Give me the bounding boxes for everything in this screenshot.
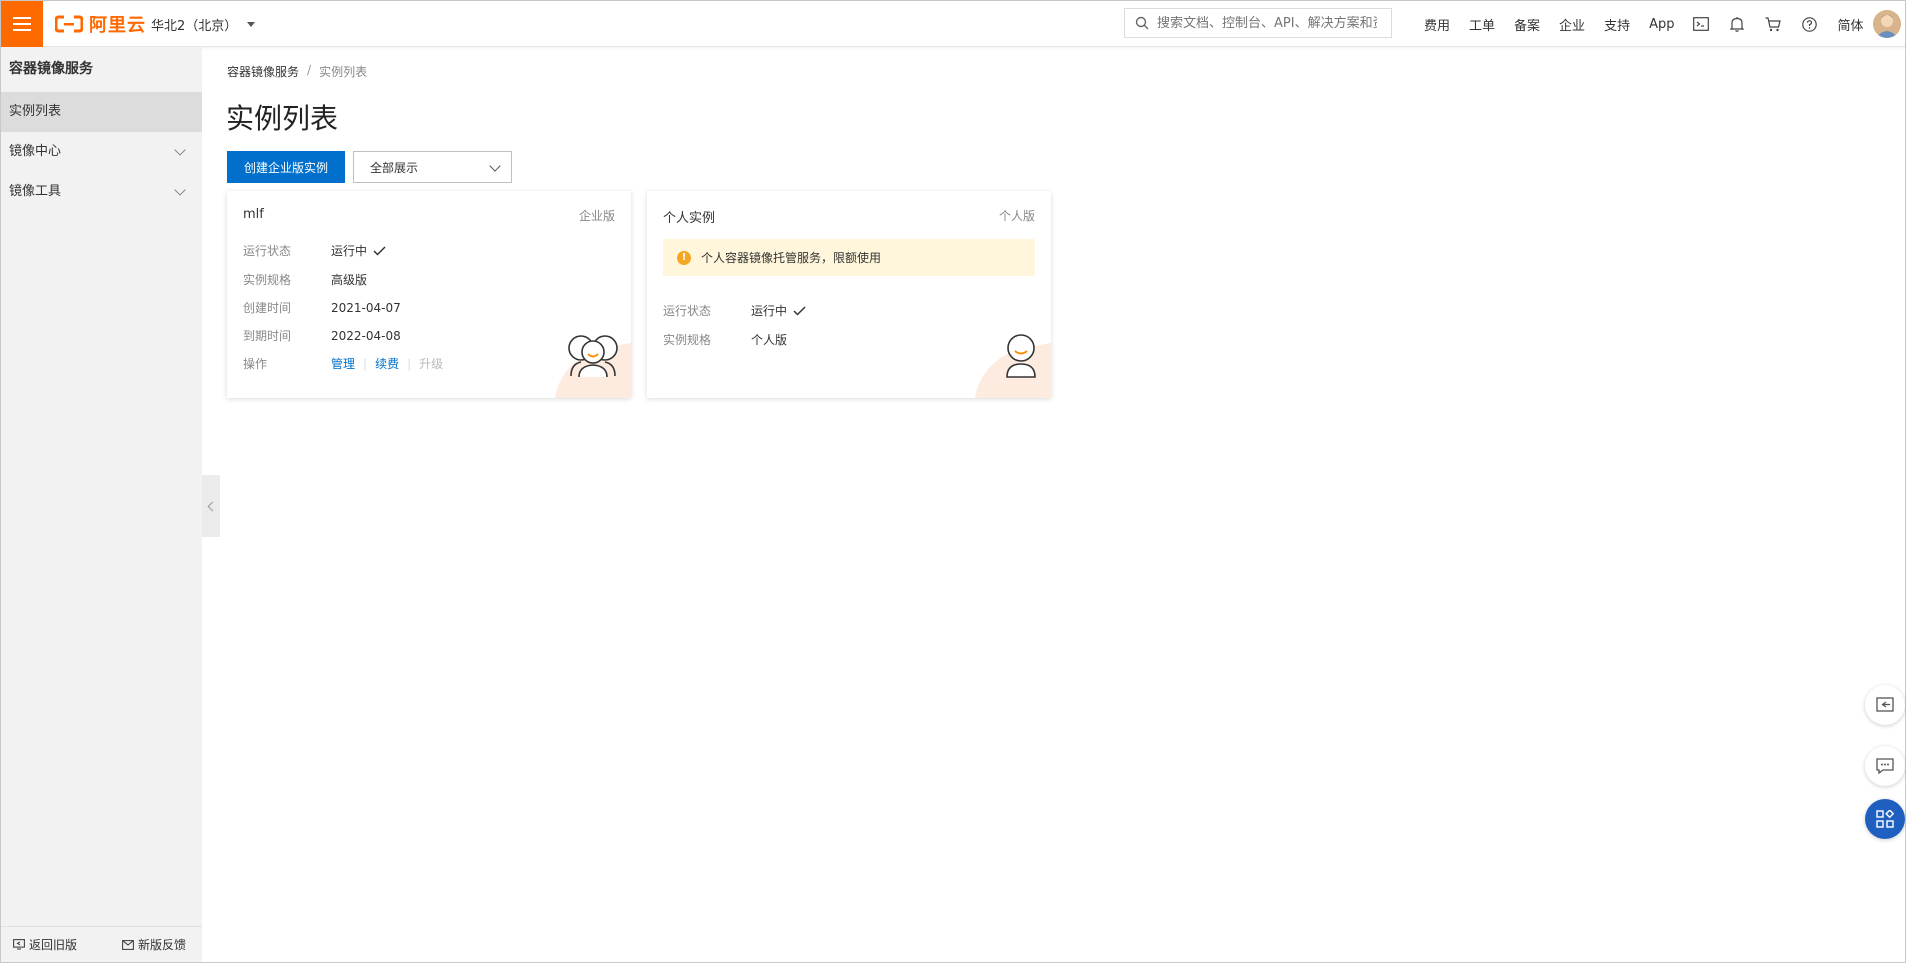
operations-key: 操作 [243, 357, 268, 371]
logo-bracket-icon [55, 15, 83, 33]
chevron-down-icon [174, 184, 186, 196]
nav-enterprise[interactable]: 企业 [1559, 15, 1585, 34]
instance-name: mlf [243, 207, 264, 222]
team-avatar-illustration-icon [568, 335, 618, 378]
monitor-back-icon [13, 939, 25, 950]
spec-row: 实例规格 个人版 [663, 331, 787, 348]
chat-button[interactable] [1865, 746, 1905, 786]
global-search[interactable] [1124, 8, 1392, 38]
sidebar-item-label: 实例列表 [9, 104, 62, 119]
spec-value: 高级版 [331, 273, 368, 287]
instance-tier: 个人版 [998, 209, 1035, 223]
nav-tickets[interactable]: 工单 [1469, 15, 1495, 34]
renew-link[interactable]: 续费 [375, 355, 399, 372]
notice-text: 个人容器镜像托管服务，限额使用 [701, 251, 882, 265]
cart-icon[interactable] [1765, 16, 1782, 32]
spec-key: 实例规格 [243, 273, 292, 287]
nav-support[interactable]: 支持 [1604, 15, 1630, 34]
nav-app[interactable]: App [1649, 17, 1674, 32]
search-icon [1135, 16, 1149, 30]
status-row: 运行状态 运行中 [243, 242, 386, 259]
spec-key: 实例规格 [663, 333, 712, 347]
filter-select[interactable]: 全部展示 [353, 151, 512, 183]
mail-icon [122, 939, 134, 950]
sidebar-item-image-center[interactable]: 镜像中心 [1, 132, 202, 172]
sidebar-item-label: 镜像工具 [9, 184, 62, 199]
nav-icp[interactable]: 备案 [1514, 15, 1540, 34]
instance-name: 个人实例 [663, 211, 716, 226]
feedback-button[interactable]: 新版反馈 [122, 936, 186, 953]
breadcrumb-current: 实例列表 [319, 65, 368, 79]
bell-icon[interactable] [1729, 16, 1745, 32]
check-icon [793, 305, 806, 316]
region-label: 华北2（北京） [151, 19, 238, 34]
divider: | [363, 356, 368, 371]
sidebar-footer: 返回旧版 新版反馈 [1, 926, 202, 962]
spec-row: 实例规格 高级版 [243, 271, 367, 288]
check-icon [373, 245, 386, 256]
created-row: 创建时间 2021-04-07 [243, 299, 401, 316]
divider: | [407, 356, 412, 371]
breadcrumb-root[interactable]: 容器镜像服务 [227, 63, 299, 80]
upgrade-link: 升级 [419, 357, 444, 371]
instance-tier: 企业版 [578, 209, 615, 223]
exit-panel-icon [1876, 697, 1894, 712]
user-avatar[interactable] [1873, 10, 1901, 38]
back-label: 返回旧版 [29, 938, 78, 952]
create-enterprise-instance-button[interactable]: 创建企业版实例 [227, 151, 345, 183]
top-navigation-bar: 阿里云 华北2（北京） 费用 工单 备案 企业 支持 App 简体 [1, 1, 1905, 47]
quota-notice: ! 个人容器镜像托管服务，限额使用 [663, 239, 1035, 276]
breadcrumb-separator: / [307, 63, 312, 77]
search-input[interactable] [1157, 15, 1377, 31]
caret-down-icon [247, 22, 256, 27]
warning-icon: ! [677, 250, 691, 265]
instance-card-enterprise: mlf 企业版 运行状态 运行中 实例规格 高级版 创建时间 2021-04-0… [227, 191, 631, 398]
feedback-label: 新版反馈 [137, 938, 186, 952]
status-value: 运行中 [751, 304, 788, 318]
created-value: 2021-04-07 [331, 300, 401, 315]
chevron-down-icon [489, 160, 501, 172]
sidebar-item-instance-list[interactable]: 实例列表 [1, 92, 202, 132]
apps-grid-icon [1876, 810, 1894, 828]
back-to-old-version-button[interactable]: 返回旧版 [13, 936, 77, 953]
status-key: 运行状态 [243, 244, 292, 258]
expire-row: 到期时间 2022-04-08 [243, 327, 401, 344]
person-avatar-illustration-icon [1006, 334, 1036, 378]
status-value: 运行中 [331, 244, 368, 258]
breadcrumb: 容器镜像服务 / 实例列表 [227, 63, 367, 80]
hamburger-menu-icon[interactable] [1, 1, 43, 47]
instance-card-personal: 个人实例 个人版 ! 个人容器镜像托管服务，限额使用 运行状态 运行中 实例规格… [647, 191, 1051, 398]
status-row: 运行状态 运行中 [663, 302, 806, 319]
filter-select-value: 全部展示 [370, 160, 419, 175]
chevron-left-icon [207, 501, 218, 511]
logo-text: 阿里云 [89, 15, 146, 36]
status-key: 运行状态 [663, 304, 712, 318]
nav-billing[interactable]: 费用 [1424, 15, 1450, 34]
top-nav: 费用 工单 备案 企业 支持 App 简体 [1424, 1, 1883, 47]
help-icon[interactable] [1801, 16, 1817, 32]
operations-row: 操作 管理 | 续费 | 升级 [243, 355, 443, 372]
sidebar: 容器镜像服务 实例列表 镜像中心 镜像工具 返回旧版 新版反馈 [1, 47, 202, 962]
aliyun-logo[interactable]: 阿里云 [55, 12, 146, 36]
terminal-icon[interactable] [1693, 16, 1710, 32]
expire-key: 到期时间 [243, 329, 292, 343]
manage-link[interactable]: 管理 [331, 355, 355, 372]
expire-value: 2022-04-08 [331, 328, 401, 343]
sidebar-item-label: 镜像中心 [9, 144, 62, 159]
created-key: 创建时间 [243, 301, 292, 315]
chevron-down-icon [174, 144, 186, 156]
chat-icon [1876, 758, 1894, 774]
exit-panel-button[interactable] [1865, 685, 1905, 725]
spec-value: 个人版 [751, 333, 788, 347]
region-selector[interactable]: 华北2（北京） [151, 15, 256, 34]
sidebar-title: 容器镜像服务 [9, 61, 93, 77]
apps-button[interactable] [1865, 799, 1905, 839]
sidebar-collapse-handle[interactable] [202, 475, 220, 537]
language-switch[interactable]: 简体 [1837, 15, 1863, 34]
sidebar-item-image-tools[interactable]: 镜像工具 [1, 172, 202, 212]
page-title: 实例列表 [226, 102, 339, 135]
